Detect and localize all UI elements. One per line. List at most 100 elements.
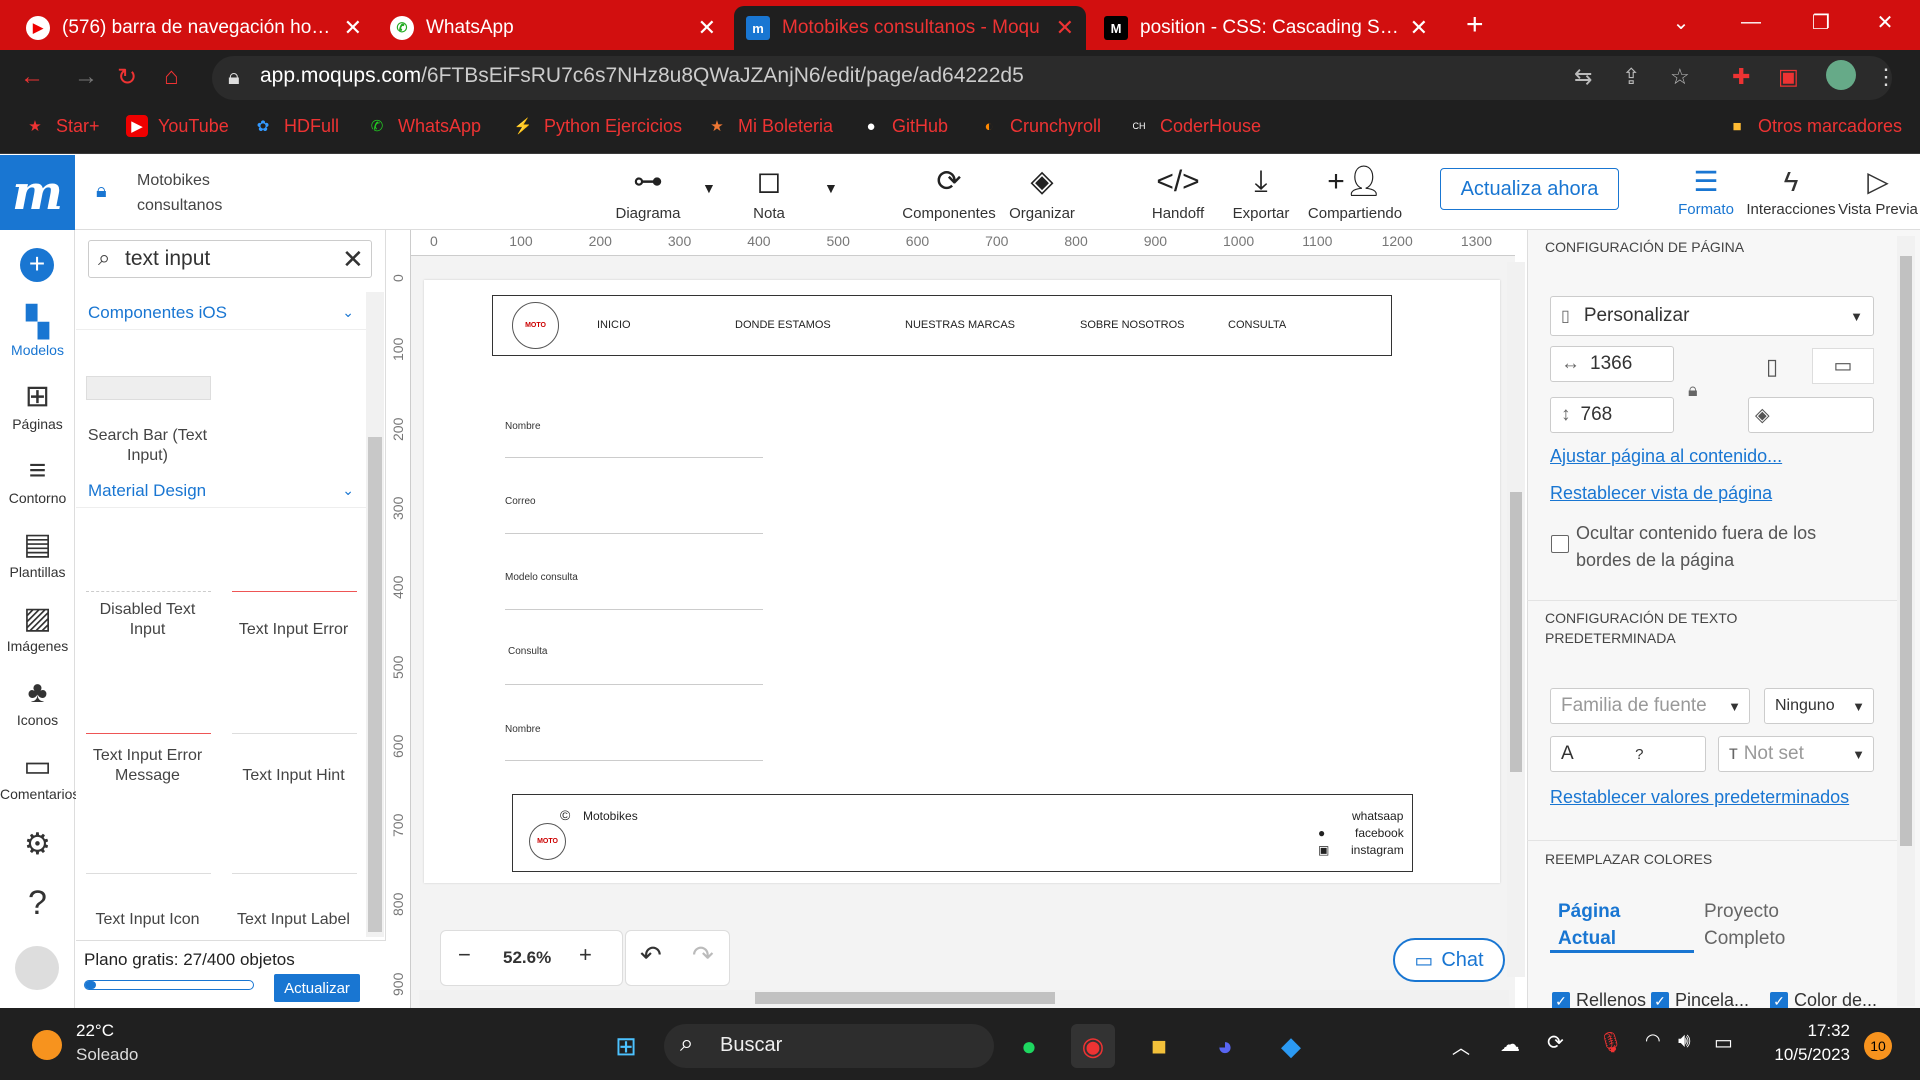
form-input-line[interactable] [505, 457, 763, 458]
rail-images[interactable]: ▨ Imágenes [0, 600, 75, 654]
form-input-line[interactable] [505, 609, 763, 610]
settings-button[interactable]: ⚙ [0, 826, 75, 864]
onedrive-icon[interactable]: ☁ [1500, 1032, 1520, 1057]
scroll-thumb[interactable] [368, 437, 382, 932]
rail-outline[interactable]: ≡ Contorno [0, 452, 75, 506]
form-label-nombre-2[interactable]: Nombre [505, 724, 541, 735]
notification-badge[interactable]: 10 [1864, 1032, 1892, 1060]
file-explorer-icon[interactable]: ■ [1137, 1024, 1181, 1068]
wireframe-page[interactable] [424, 280, 1500, 883]
spotify-icon[interactable]: ● [1007, 1024, 1051, 1068]
add-icon[interactable]: + [20, 248, 54, 282]
page-width-field[interactable]: ↔ 1366 [1550, 346, 1674, 382]
tab-mdn[interactable]: M position - CSS: Cascading Style S ✕ [1092, 6, 1440, 50]
upgrade-button[interactable]: Actualizar [274, 974, 360, 1002]
project-name[interactable]: Motobikes consultanos [137, 168, 257, 218]
weather-text[interactable]: Soleado [76, 1045, 138, 1065]
home-icon[interactable]: ⌂ [164, 63, 179, 91]
diagram-tool[interactable]: ⊶ Diagrama [612, 163, 684, 222]
bookmark-youtube[interactable]: ▶ YouTube [126, 115, 229, 137]
tab-whole-project[interactable]: Proyecto Completo [1704, 898, 1814, 952]
bookmark-python[interactable]: ⚡ Python Ejercicios [512, 115, 682, 137]
portrait-icon[interactable]: ▯ [1766, 354, 1778, 380]
sidepanel-icon[interactable]: ▣ [1778, 64, 1799, 90]
card-input-error-message[interactable]: Text Input Error Message [76, 706, 219, 786]
diagram-dropdown-icon[interactable]: ▼ [702, 180, 716, 196]
translate-icon[interactable]: ⇆ [1574, 64, 1592, 90]
vscode-icon[interactable]: ◆ [1269, 1024, 1313, 1068]
bookmark-coderhouse[interactable]: CH CoderHouse [1128, 115, 1262, 137]
scroll-thumb[interactable] [1510, 492, 1522, 772]
scroll-thumb[interactable] [755, 992, 1055, 1004]
zoom-level[interactable]: 52.6% [503, 948, 551, 968]
undo-icon[interactable]: ↶ [640, 940, 662, 971]
other-bookmarks[interactable]: ■ Otros marcadores [1726, 115, 1902, 137]
forward-icon[interactable]: → [74, 63, 98, 91]
font-style-select[interactable]: Ninguno ▼ [1764, 688, 1874, 724]
card-input-error[interactable]: Text Input Error [222, 560, 365, 640]
bookmark-github[interactable]: ● GitHub [860, 115, 948, 137]
nav-consulta[interactable]: CONSULTA [1228, 319, 1286, 331]
bookmark-whatsapp[interactable]: ✆ WhatsApp [366, 115, 481, 137]
format-tool[interactable]: ☰ Formato [1676, 163, 1736, 218]
form-input-line[interactable] [505, 760, 763, 761]
restore-icon[interactable]: ❐ [1786, 0, 1856, 44]
components-tool[interactable]: ⟳ Componentes [900, 163, 998, 222]
wifi-icon[interactable]: ◠ [1645, 1030, 1661, 1051]
form-label-modelo[interactable]: Modelo consulta [505, 572, 578, 583]
panel-scrollbar[interactable] [366, 292, 384, 937]
redo-icon[interactable]: ↷ [692, 940, 714, 971]
format-scrollbar[interactable] [1897, 236, 1915, 1006]
user-avatar[interactable] [15, 946, 59, 990]
close-icon[interactable]: ✕ [1410, 15, 1428, 41]
section-ios[interactable]: Componentes iOS ⌄ [76, 296, 366, 330]
handoff-tool[interactable]: </> Handoff [1148, 163, 1208, 222]
font-family-field[interactable]: Familia de fuente ▼ [1550, 688, 1750, 724]
tray-expand-icon[interactable]: ︿ [1452, 1034, 1470, 1060]
bookmark-starplus[interactable]: ★ Star+ [24, 115, 99, 137]
rail-templates[interactable]: ▤ Plantillas [0, 526, 75, 580]
bookmark-hdfull[interactable]: ✿ HDFull [252, 115, 339, 137]
footer-logo[interactable]: MOTO [529, 823, 566, 860]
arrange-tool[interactable]: ◈ Organizar [1006, 163, 1078, 222]
card-input-label[interactable]: Text Input Label [222, 850, 365, 930]
page-height-field[interactable]: ↕ 768 [1550, 397, 1674, 433]
extensions-icon[interactable]: ✚ [1732, 64, 1750, 90]
canvas-horizontal-scrollbar[interactable] [419, 990, 1509, 1006]
card-input-hint[interactable]: Text Input Hint [222, 706, 365, 786]
new-tab-icon[interactable]: + [1466, 8, 1484, 42]
temperature[interactable]: 22°C [76, 1021, 114, 1041]
nav-donde-estamos[interactable]: DONDE ESTAMOS [735, 319, 831, 331]
star-icon[interactable]: ☆ [1670, 64, 1690, 90]
discord-icon[interactable]: ◕ [1203, 1024, 1247, 1068]
chat-button[interactable]: ▭ Chat [1393, 938, 1505, 982]
font-size-field[interactable]: A? [1550, 736, 1706, 772]
help-button[interactable]: ? [0, 884, 75, 922]
close-icon[interactable]: ✕ [1056, 15, 1074, 41]
lock-icon[interactable]: 🔒︎ [96, 180, 107, 203]
profile-avatar[interactable] [1826, 60, 1856, 90]
share-icon[interactable]: ⇪ [1622, 64, 1640, 90]
reset-view-link[interactable]: Restablecer vista de página [1550, 483, 1772, 504]
rail-comments[interactable]: ▭ Comentarios [0, 748, 79, 802]
motobikes-logo[interactable]: MOTO [512, 302, 559, 349]
landscape-icon[interactable]: ▭ [1812, 348, 1874, 384]
close-icon[interactable]: ✕ [698, 15, 716, 41]
nav-inicio[interactable]: INICIO [597, 319, 631, 331]
export-tool[interactable]: ⤓ Exportar [1228, 163, 1294, 222]
card-disabled-input[interactable]: Disabled Text Input [76, 560, 219, 640]
search-value[interactable]: text input [125, 247, 210, 271]
window-close-icon[interactable]: ✕ [1850, 0, 1920, 44]
sync-icon[interactable]: ⟳ [1547, 1030, 1564, 1055]
taskbar-search[interactable] [664, 1024, 994, 1068]
line-height-field[interactable]: ᴛ Not set ▼ [1718, 736, 1874, 772]
note-dropdown-icon[interactable]: ▼ [824, 180, 838, 196]
form-input-line[interactable] [505, 684, 763, 685]
clock-date[interactable]: 10/5/2023 [1750, 1045, 1850, 1065]
reset-defaults-link[interactable]: Restablecer valores predeterminados [1550, 787, 1849, 808]
zoom-in-icon[interactable]: + [579, 942, 592, 968]
preview-tool[interactable]: ▷ Vista Previa [1836, 163, 1920, 218]
tab-current-page[interactable]: Página Actual [1558, 898, 1658, 952]
lock-icon[interactable]: 🔒︎ [228, 64, 240, 90]
back-icon[interactable]: ← [20, 63, 44, 91]
